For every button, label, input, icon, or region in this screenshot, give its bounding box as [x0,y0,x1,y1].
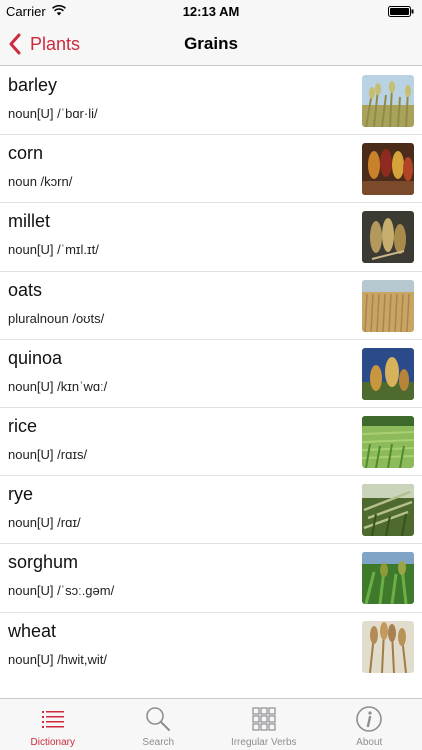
word-pronunciation: noun[U] /rɑɪ/ [8,515,81,531]
sorghum-thumbnail [362,552,414,605]
word-pronunciation: noun[U] /hwit,wit/ [8,651,107,667]
status-time: 12:13 AM [182,4,240,19]
tab-label: About [356,737,383,748]
word-pronunciation: noun[U] /ˈsɔː.gəm/ [8,583,115,599]
rye-thumbnail [362,484,414,537]
word-title: rice [8,415,38,436]
word-title: wheat [8,620,57,641]
word-title: oats [8,279,43,300]
list-item[interactable]: quinoa noun[U] /kɪnˈwɑː/ [0,340,422,408]
magnifier-icon [146,707,171,731]
word-pronunciation: noun[U] /rɑɪs/ [8,446,88,462]
status-bar: Carrier 12:13 AM [0,0,422,22]
millet-thumbnail [362,211,414,264]
list-item[interactable]: wheat noun[U] /hwit,wit/ [0,613,422,681]
word-pronunciation: pluralnoun /oʊts/ [8,310,105,326]
list-item[interactable]: barley noun[U] /ˈbɑr·li/ [0,67,422,136]
navigation-bar: Plants Grains [0,22,422,66]
rice-thumbnail [362,415,414,468]
tab-label: Irregular Verbs [230,737,297,748]
tab-search[interactable]: Search [106,699,212,750]
word-title: quinoa [8,347,63,368]
barley-thumbnail [362,75,414,127]
list-item[interactable]: sorghum noun[U] /ˈsɔː.gəm/ [0,544,422,613]
tab-dictionary[interactable]: Dictionary [0,699,106,750]
tab-about[interactable]: About [317,699,422,750]
word-pronunciation: noun /kɔrn/ [8,174,73,190]
list-item[interactable]: rice noun[U] /rɑɪs/ [0,408,422,477]
word-title: millet [8,211,51,232]
list-item[interactable]: rye noun[U] /rɑɪ/ [0,476,422,545]
quinoa-thumbnail [362,347,414,400]
list-item[interactable]: corn noun /kɔrn/ [0,135,422,204]
word-title: barley [8,75,58,95]
list-item[interactable]: oats pluralnoun /oʊts/ [0,272,422,340]
grid-icon [252,707,276,731]
tab-bar: Dictionary Search Irregular Verbs About [0,698,422,750]
word-title: sorghum [8,552,79,573]
tab-label: Dictionary [30,737,75,748]
word-list[interactable]: barley noun[U] /ˈbɑr·li/ corn noun /kɔrn… [0,67,422,698]
battery-icon [388,6,414,17]
oats-thumbnail [362,279,414,332]
word-title: rye [8,484,34,505]
word-title: corn [8,143,44,164]
word-pronunciation: noun[U] /ˈbɑr·li/ [8,106,98,121]
tab-label: Search [142,737,175,748]
list-item[interactable]: millet noun[U] /ˈmɪl.ɪt/ [0,203,422,272]
list-icon [41,711,64,728]
wheat-thumbnail [362,620,414,673]
word-pronunciation: noun[U] /kɪnˈwɑː/ [8,378,108,394]
word-pronunciation: noun[U] /ˈmɪl.ɪt/ [8,242,99,258]
info-icon [356,706,383,732]
page-title: Grains [184,34,238,53]
corn-thumbnail [362,143,414,196]
tab-irregular-verbs[interactable]: Irregular Verbs [211,699,317,750]
